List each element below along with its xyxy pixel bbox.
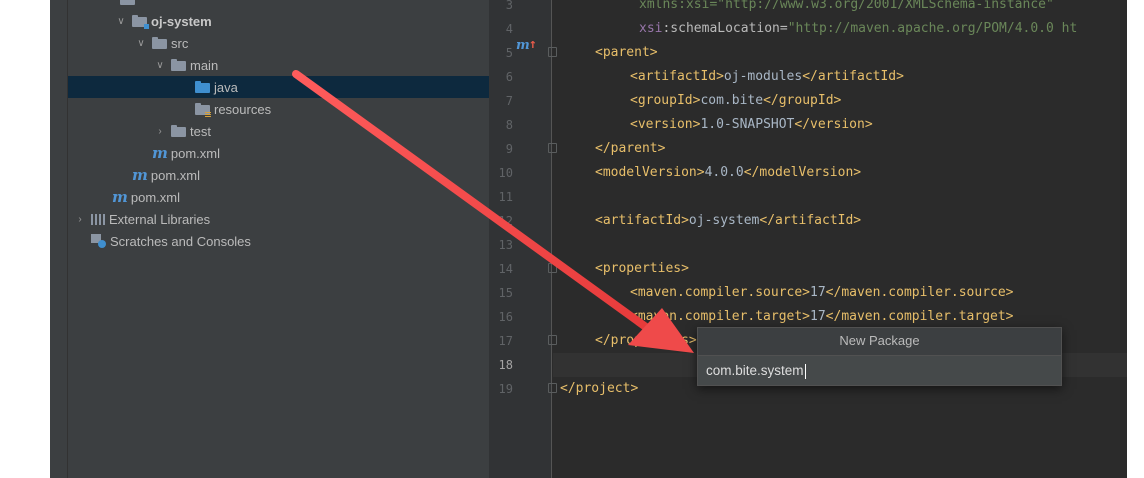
- tree-item-test[interactable]: › test: [68, 120, 489, 142]
- line-number: 7: [505, 94, 513, 108]
- code-line-14: <properties>: [595, 261, 689, 276]
- tree-item-label: java: [214, 79, 238, 95]
- code-line-12: <artifactId>oj-system</artifactId>: [595, 213, 862, 228]
- maven-icon: m: [152, 143, 168, 162]
- editor-gutter: 3 4 5 6 7 8 9 10 11 12 13 14 15 16 17 18…: [489, 0, 557, 478]
- ide-window: ∨ oj-system ∨ src ∨ main ∨ java ∨ resour…: [50, 0, 1127, 478]
- folder-icon: [171, 124, 186, 137]
- tree-item-parent-cut: [68, 0, 489, 10]
- new-package-dialog[interactable]: New Package com.bite.system: [697, 327, 1062, 386]
- maven-icon: m: [132, 165, 148, 184]
- fold-marker-icon[interactable]: [548, 263, 557, 273]
- arrow-up-icon[interactable]: ↑: [529, 37, 537, 52]
- chevron-down-icon[interactable]: ∨: [154, 60, 166, 71]
- line-number: 13: [498, 238, 513, 252]
- fold-marker-icon[interactable]: [548, 143, 557, 153]
- line-number: 14: [498, 262, 513, 276]
- line-number-current: 18: [498, 358, 513, 372]
- source-folder-icon: [195, 80, 210, 93]
- chevron-right-icon[interactable]: ›: [154, 126, 166, 137]
- code-editor[interactable]: 3 4 5 6 7 8 9 10 11 12 13 14 15 16 17 18…: [489, 0, 1127, 478]
- code-line-19: </project>: [560, 381, 639, 396]
- chevron-down-icon[interactable]: ∨: [135, 38, 147, 49]
- tree-item-pom-root[interactable]: ∨ m pom.xml: [68, 186, 489, 208]
- chevron-right-icon[interactable]: ›: [74, 214, 86, 225]
- line-number: 9: [505, 142, 513, 156]
- code-line-7: <groupId>com.bite</groupId>: [630, 93, 842, 108]
- tree-item-java[interactable]: ∨ java: [68, 76, 489, 98]
- code-line-9: </parent>: [595, 141, 666, 156]
- tree-item-label: Scratches and Consoles: [110, 233, 251, 249]
- line-number: 3: [505, 0, 513, 12]
- code-line-4: xsi:schemaLocation="http://maven.apache.…: [639, 21, 1078, 36]
- tree-item-label: test: [190, 123, 211, 139]
- folder-icon: [152, 36, 167, 49]
- line-number: 17: [498, 334, 513, 348]
- scratches-icon: [91, 234, 106, 248]
- tree-item-label: pom.xml: [130, 189, 180, 205]
- line-number: 5: [505, 46, 513, 60]
- tree-item-label: oj-system: [151, 13, 212, 29]
- line-number: 8: [505, 118, 513, 132]
- tree-item-label: main: [190, 57, 219, 73]
- maven-parent-gutter-icon[interactable]: m: [516, 38, 530, 53]
- line-number: 4: [505, 22, 513, 36]
- code-line-15: <maven.compiler.source>17</maven.compile…: [630, 285, 1014, 300]
- tree-item-oj-system[interactable]: ∨ oj-system: [68, 10, 489, 32]
- fold-marker-icon[interactable]: [548, 335, 557, 345]
- chevron-down-icon[interactable]: ∨: [115, 16, 127, 27]
- tree-item-scratches[interactable]: ∨ Scratches and Consoles: [68, 230, 489, 252]
- tree-item-main[interactable]: ∨ main: [68, 54, 489, 76]
- code-line-17: </properties>: [595, 333, 697, 348]
- module-folder-icon: [132, 14, 149, 29]
- tool-window-stripe: [50, 0, 68, 478]
- code-line-6: <artifactId>oj-modules</artifactId>: [630, 69, 904, 84]
- package-name-input[interactable]: com.bite.system: [698, 355, 1061, 385]
- tree-item-external-libraries[interactable]: › External Libraries: [68, 208, 489, 230]
- tree-item-label: External Libraries: [109, 211, 211, 227]
- package-name-value: com.bite.system: [706, 363, 804, 378]
- line-number: 19: [498, 382, 513, 396]
- library-icon: [91, 213, 105, 225]
- tree-item-label: pom.xml: [170, 145, 220, 161]
- tree-item-label: src: [171, 35, 189, 51]
- project-tree[interactable]: ∨ oj-system ∨ src ∨ main ∨ java ∨ resour…: [68, 0, 489, 478]
- line-number: 11: [498, 190, 513, 204]
- maven-icon: m: [112, 187, 128, 206]
- tree-item-pom-system[interactable]: ∨ m pom.xml: [68, 164, 489, 186]
- tree-item-resources[interactable]: ∨ resources: [68, 98, 489, 120]
- code-line-3: xmlns:xsi="http://www.w3.org/2001/XMLSch…: [639, 0, 1054, 12]
- tree-item-label: resources: [214, 101, 272, 117]
- line-number: 12: [498, 214, 513, 228]
- tree-item-src[interactable]: ∨ src: [68, 32, 489, 54]
- code-line-10: <modelVersion>4.0.0</modelVersion>: [595, 165, 862, 180]
- dialog-title: New Package: [698, 328, 1061, 355]
- folder-icon: [120, 0, 135, 5]
- code-line-8: <version>1.0-SNAPSHOT</version>: [630, 117, 873, 132]
- text-caret: [804, 363, 806, 379]
- tree-item-label: pom.xml: [150, 167, 200, 183]
- line-number: 15: [498, 286, 513, 300]
- fold-marker-icon[interactable]: [548, 47, 557, 57]
- code-line-16: <maven.compiler.target>17</maven.compile…: [630, 309, 1014, 324]
- line-number: 10: [498, 166, 513, 180]
- resources-folder-icon: [195, 102, 211, 117]
- line-number: 6: [505, 70, 513, 84]
- folder-icon: [171, 58, 186, 71]
- tree-item-pom-main[interactable]: ∨ m pom.xml: [68, 142, 489, 164]
- code-line-5: <parent>: [595, 45, 658, 60]
- fold-marker-icon[interactable]: [548, 383, 557, 393]
- line-number: 16: [498, 310, 513, 324]
